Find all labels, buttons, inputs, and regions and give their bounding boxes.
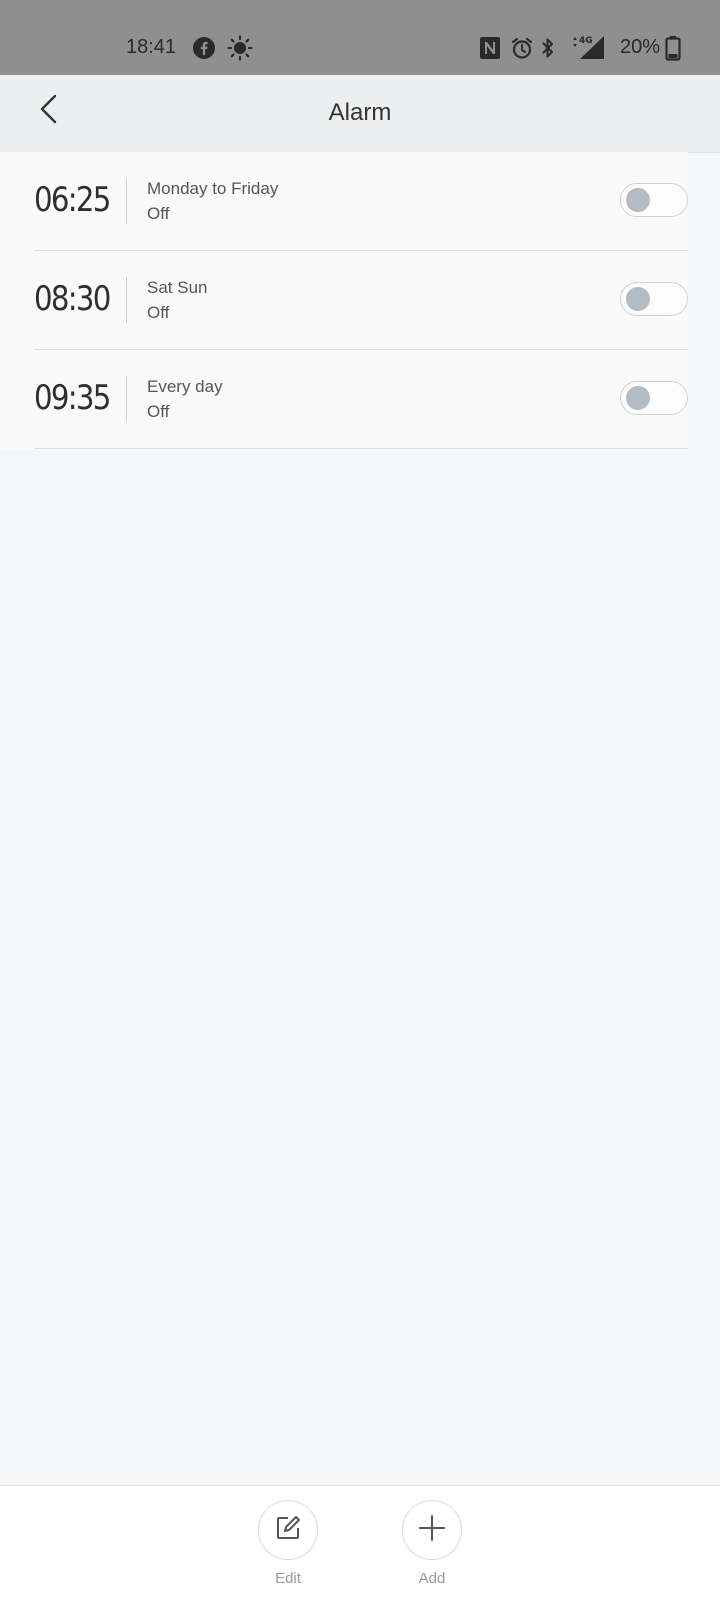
alarm-item[interactable]: 08:30 Sat Sun Off	[34, 251, 688, 350]
brightness-icon	[227, 35, 253, 61]
edit-button[interactable]: Edit	[253, 1500, 323, 1587]
alarm-status: Off	[147, 204, 170, 223]
alarm-status: Off	[147, 402, 170, 421]
alarm-time: 06:25	[34, 180, 111, 220]
alarm-toggle[interactable]	[620, 381, 688, 415]
facebook-icon	[192, 36, 216, 60]
svg-text:4G: 4G	[579, 36, 593, 46]
nfc-icon	[479, 36, 501, 60]
alarm-repeat-days: Every day	[147, 377, 223, 396]
edit-label: Edit	[275, 1570, 301, 1587]
add-button-circle[interactable]	[402, 1500, 462, 1560]
status-time: 18:41	[126, 36, 177, 58]
toggle-knob	[626, 386, 650, 410]
divider	[126, 376, 127, 422]
toggle-knob	[626, 188, 650, 212]
divider	[126, 277, 127, 323]
toggle-knob	[626, 287, 650, 311]
alarm-item[interactable]: 09:35 Every day Off	[34, 350, 688, 449]
alarm-clock-icon	[510, 36, 534, 60]
add-button[interactable]: Add	[397, 1500, 467, 1587]
alarm-status: Off	[147, 303, 170, 322]
alarm-repeat-days: Monday to Friday	[147, 179, 279, 198]
alarm-time: 08:30	[34, 279, 111, 319]
plus-icon	[417, 1513, 447, 1548]
add-label: Add	[418, 1570, 446, 1587]
alarm-repeat-days: Sat Sun	[147, 278, 208, 297]
status-bar: 18:41 4G 20%	[0, 0, 720, 75]
page-title: Alarm	[328, 99, 392, 126]
signal-icon: 4G	[570, 34, 606, 60]
alarm-toggle[interactable]	[620, 282, 688, 316]
alarm-item[interactable]: 06:25 Monday to Friday Off	[34, 152, 688, 251]
alarm-toggle[interactable]	[620, 183, 688, 217]
divider	[126, 178, 127, 224]
battery-icon	[665, 35, 681, 61]
edit-button-circle[interactable]	[258, 1500, 318, 1560]
bottom-toolbar: Edit Add	[0, 1485, 720, 1601]
battery-percentage: 20%	[620, 36, 661, 58]
app-header: Alarm	[0, 75, 720, 153]
alarm-list: 06:25 Monday to Friday Off 08:30 Sat Sun…	[0, 152, 688, 449]
bluetooth-icon	[539, 36, 557, 60]
alarm-time: 09:35	[34, 378, 111, 418]
edit-icon	[274, 1514, 302, 1547]
